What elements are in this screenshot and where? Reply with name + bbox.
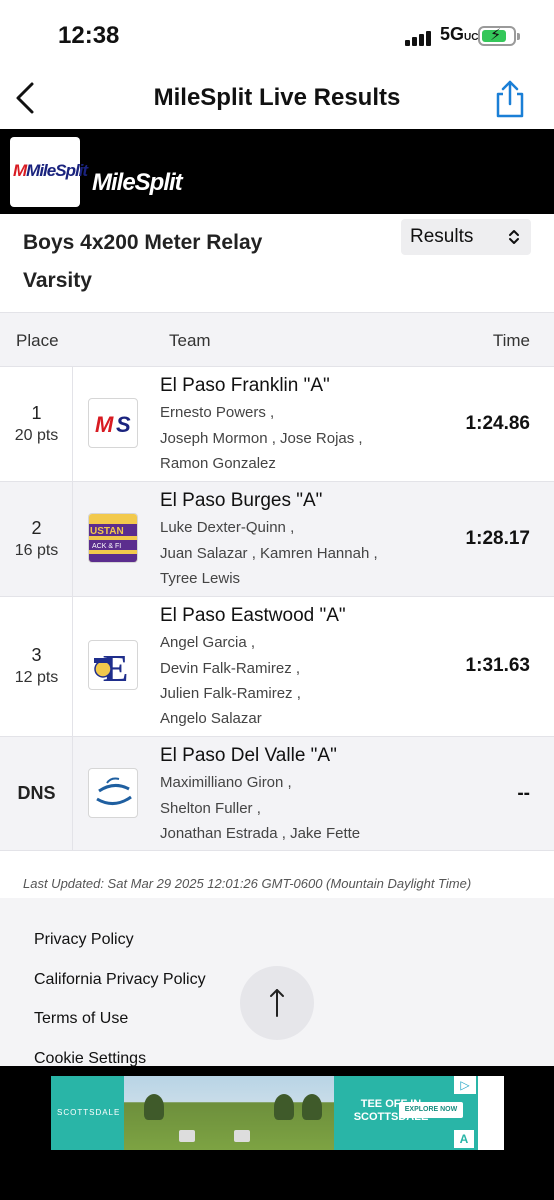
team-name[interactable]: El Paso Franklin "A"	[160, 375, 330, 397]
team-name[interactable]: El Paso Eastwood "A"	[160, 605, 346, 627]
svg-text:S: S	[116, 412, 131, 437]
place: 1	[31, 403, 42, 423]
table-header: Place Team Time	[0, 312, 554, 366]
ad-brand: SCOTTSDALE	[57, 1108, 121, 1117]
navigation-bar: MileSplit Live Results	[0, 70, 554, 128]
ad-explore-button[interactable]: EXPLORE NOW	[399, 1102, 463, 1118]
signal-icon	[405, 30, 435, 46]
battery-icon: ⚡	[478, 26, 520, 46]
terms-of-use-link[interactable]: Terms of Use	[34, 1010, 128, 1028]
result-time: 1:24.86	[465, 413, 530, 434]
share-icon	[496, 80, 524, 118]
share-button[interactable]	[490, 78, 530, 120]
points: 20 pts	[14, 427, 59, 444]
ad-golf-image	[124, 1076, 334, 1150]
privacy-policy-link[interactable]: Privacy Policy	[34, 931, 134, 949]
athlete-line: Juan Salazar , Kamren Hannah ,	[160, 545, 378, 562]
athlete-line: Julien Falk-Ramirez ,	[160, 685, 301, 702]
ad-close-area[interactable]	[478, 1076, 504, 1150]
ad-info-icon[interactable]: A	[454, 1130, 474, 1148]
view-select[interactable]: Results	[401, 219, 531, 255]
place: DNS	[17, 783, 56, 803]
athlete-line: Luke Dexter-Quinn ,	[160, 519, 295, 536]
header-team: Team	[169, 331, 211, 350]
svg-text:USTAN: USTAN	[90, 526, 124, 537]
california-privacy-link[interactable]: California Privacy Policy	[34, 971, 206, 989]
chevron-up-down-icon	[509, 230, 519, 244]
team-name[interactable]: El Paso Burges "A"	[160, 490, 322, 512]
svg-text:ACK & FI: ACK & FI	[92, 543, 121, 550]
athlete-line: Tyree Lewis	[160, 570, 241, 587]
result-time: 1:31.63	[465, 655, 530, 676]
place: 2	[31, 518, 42, 538]
result-time: --	[517, 783, 530, 804]
athlete-line: Ramon Gonzalez	[160, 455, 276, 472]
event-name: Boys 4x200 Meter Relay Varsity	[23, 231, 263, 292]
header-time: Time	[492, 331, 530, 350]
app-screen: 12:38 5GUC ⚡ MileSplit Live Results MMil…	[0, 0, 554, 1200]
footer: Privacy Policy California Privacy Policy…	[0, 898, 554, 1068]
page-title: MileSplit Live Results	[153, 84, 401, 111]
table-row[interactable]: 2 16 pts USTAN ACK & FI El Paso Burges "…	[0, 481, 554, 596]
athlete-line: Angelo Salazar	[160, 710, 262, 727]
ad-choices-icon[interactable]: ▷	[454, 1076, 476, 1094]
results-table: Place Team Time 1 20 pts M S El Paso Fra…	[0, 312, 554, 851]
advertisement[interactable]: SCOTTSDALE TEE OFF IN SCOTTSDALE EXPLORE…	[0, 1066, 554, 1200]
brand-banner: MMileSplit MileSplit	[0, 129, 554, 214]
place: 3	[31, 645, 42, 665]
athlete-line: Devin Falk-Ramirez ,	[160, 660, 301, 677]
points: 12 pts	[14, 669, 59, 686]
milesplit-logo: MMileSplit	[10, 137, 88, 207]
team-logo: E	[88, 640, 138, 690]
event-header: Boys 4x200 Meter Relay Varsity Results	[0, 214, 554, 312]
team-name[interactable]: El Paso Del Valle "A"	[160, 745, 337, 767]
team-logo: USTAN ACK & FI	[88, 513, 138, 563]
header-place: Place	[16, 331, 59, 350]
points: 16 pts	[14, 542, 59, 559]
ad-creative[interactable]: SCOTTSDALE TEE OFF IN SCOTTSDALE EXPLORE…	[51, 1076, 504, 1150]
status-bar: 12:38 5GUC ⚡	[0, 0, 554, 70]
athlete-line: Joseph Mormon , Jose Rojas ,	[160, 430, 363, 447]
status-time: 12:38	[58, 22, 120, 49]
table-row[interactable]: 3 12 pts E El Paso Eastwood "A" Angel Ga…	[0, 596, 554, 736]
network-label: 5GUC	[440, 24, 479, 44]
result-time: 1:28.17	[465, 528, 530, 549]
svg-text:M: M	[95, 412, 114, 437]
view-select-value: Results	[410, 226, 474, 247]
team-logo: M S	[88, 398, 138, 448]
arrow-up-icon	[270, 989, 284, 1017]
scroll-to-top-button[interactable]	[240, 966, 314, 1040]
table-row[interactable]: 1 20 pts M S El Paso Franklin "A" Ernest…	[0, 366, 554, 481]
team-logo	[88, 768, 138, 818]
athlete-line: Angel Garcia ,	[160, 634, 256, 651]
last-updated: Last Updated: Sat Mar 29 2025 12:01:26 G…	[23, 876, 472, 891]
table-row[interactable]: DNS El Paso Del Valle "A" Maximilliano G…	[0, 736, 554, 851]
milesplit-wordmark: MileSplit	[92, 169, 183, 196]
athlete-line: Jonathan Estrada , Jake Fette	[160, 825, 361, 842]
athlete-line: Maximilliano Giron ,	[160, 774, 292, 791]
athlete-line: Ernesto Powers ,	[160, 404, 275, 421]
athlete-line: Shelton Fuller ,	[160, 800, 261, 817]
